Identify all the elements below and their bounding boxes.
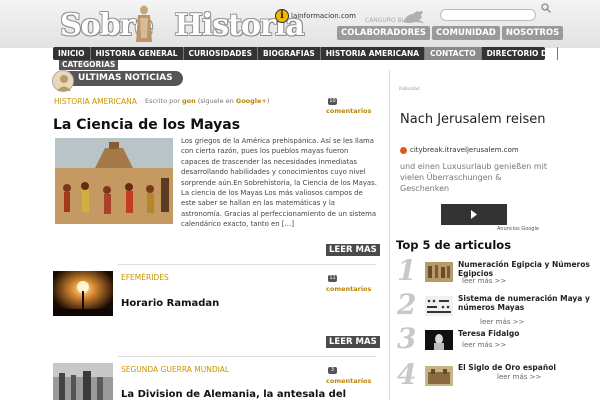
top5-article-title[interactable]: Numeración Egipcia y Números Egipcios bbox=[458, 260, 600, 278]
ad-site[interactable]: citybreak.itraveljerusalem.com bbox=[400, 146, 519, 154]
top5-read-more[interactable]: leer más >> bbox=[497, 373, 541, 381]
byline-close: ) bbox=[266, 97, 270, 105]
read-more-button[interactable]: LEER MAS bbox=[326, 244, 380, 256]
egyptian-image[interactable] bbox=[425, 262, 453, 282]
search-icon[interactable] bbox=[540, 2, 552, 14]
nav-historia-americana[interactable]: HISTORIA AMERICANA bbox=[321, 47, 426, 60]
rank-number: 1 bbox=[397, 254, 417, 287]
post-title[interactable]: Horario Ramadan bbox=[121, 298, 219, 309]
top5-read-more[interactable]: leer más >> bbox=[480, 318, 524, 326]
teresa-fidalgo-image[interactable] bbox=[425, 330, 453, 350]
site-logo[interactable]: Sobre Historia bbox=[60, 8, 305, 43]
lainformacion-logo[interactable]: i lainformacion.com bbox=[275, 9, 356, 23]
nav-biografias[interactable]: BIOGRAFIAS bbox=[258, 47, 321, 60]
ad-title[interactable]: Nach Jerusalem reisen bbox=[400, 111, 560, 128]
byline-prefix: Escrito por bbox=[145, 97, 180, 105]
ad-footer[interactable]: Anuncios Google bbox=[497, 226, 539, 232]
ad-site-url: citybreak.itraveljerusalem.com bbox=[410, 146, 519, 154]
comment-count-badge[interactable]: 10 bbox=[328, 98, 337, 105]
person-icon bbox=[57, 75, 71, 91]
post-byline: Escrito por gon (siguele en Google+) bbox=[145, 97, 269, 105]
top5-read-more[interactable]: leer más >> bbox=[462, 341, 506, 349]
maya-painting-image[interactable] bbox=[55, 138, 173, 224]
ad-go-button[interactable] bbox=[441, 204, 507, 225]
comment-label[interactable]: comentarios bbox=[326, 107, 371, 115]
top-links: COLABORADORES COMUNIDAD NOSOTROS bbox=[337, 26, 565, 40]
ad-label: Publicidad bbox=[399, 86, 420, 91]
comment-count-badge[interactable]: 3 bbox=[328, 367, 337, 374]
top5-article-title[interactable]: El Siglo de Oro español bbox=[458, 363, 556, 373]
comment-label[interactable]: comentarios bbox=[326, 377, 371, 385]
top5-article-title[interactable]: Sistema de numeración Maya y números May… bbox=[458, 294, 600, 312]
site-header: Sobre Historia i lainformacion.com CANGUR… bbox=[0, 0, 600, 48]
ad-text: und einen Luxusurlaub genießen mit viele… bbox=[400, 162, 547, 193]
top5-read-more[interactable]: leer más >> bbox=[462, 277, 506, 285]
post-category[interactable]: HISTORIA AMERICANA bbox=[54, 97, 137, 106]
kangaroo-icon bbox=[403, 11, 425, 23]
post-divider bbox=[118, 264, 376, 265]
alemania-image[interactable] bbox=[53, 363, 113, 400]
siglo-de-oro-image[interactable] bbox=[425, 366, 453, 386]
nav-contacto[interactable]: CONTACTO bbox=[425, 47, 482, 60]
author-link[interactable]: gon bbox=[182, 97, 196, 105]
nav-curiosidades[interactable]: CURIOSIDADES bbox=[184, 47, 259, 60]
column-divider bbox=[389, 70, 390, 400]
section-avatar bbox=[52, 70, 74, 92]
main-nav: INICIO HISTORIA GENERAL CURIOSIDADES BIO… bbox=[53, 47, 559, 60]
read-more-button[interactable]: LEER MAS bbox=[326, 336, 380, 348]
google-plus-link[interactable]: Google+ bbox=[236, 97, 267, 105]
nav-historia-general[interactable]: HISTORIA GENERAL bbox=[91, 47, 184, 60]
ad-site-icon bbox=[400, 146, 407, 154]
rank-number: 2 bbox=[397, 288, 417, 321]
comunidad-link[interactable]: COMUNIDAD bbox=[432, 26, 500, 40]
comment-label[interactable]: comentarios bbox=[326, 285, 371, 293]
arrow-right-icon bbox=[471, 210, 477, 219]
post-title[interactable]: La Division de Alemania, la antesala del bbox=[121, 389, 346, 400]
rank-number: 3 bbox=[397, 322, 417, 355]
nav-inicio[interactable]: INICIO bbox=[53, 47, 91, 60]
nav-directorio[interactable]: DIRECTORIO DE bbox=[482, 47, 559, 60]
nosotros-link[interactable]: NOSOTROS bbox=[501, 26, 564, 40]
colaboradores-link[interactable]: COLABORADORES bbox=[337, 26, 431, 40]
lainformacion-label: lainformacion.com bbox=[291, 12, 356, 20]
post-category[interactable]: EFEMÉRIDES bbox=[121, 273, 169, 282]
statue-icon bbox=[136, 5, 152, 42]
search-input[interactable] bbox=[440, 9, 536, 21]
byline-follow: (siguele en bbox=[197, 97, 234, 105]
post-category[interactable]: SEGUNDA GUERRA MUNDIAL bbox=[121, 365, 229, 374]
maya-numbers-image[interactable] bbox=[425, 296, 453, 316]
nav-categorias[interactable]: CATEGORIAS bbox=[59, 60, 119, 70]
rank-number: 4 bbox=[397, 358, 417, 391]
post-divider bbox=[118, 356, 376, 357]
top5-title: Top 5 de articulos bbox=[396, 238, 512, 252]
post-title[interactable]: La Ciencia de los Mayas bbox=[53, 117, 240, 133]
comment-count-badge[interactable]: 11 bbox=[328, 275, 337, 282]
top5-article-title[interactable]: Teresa Fidalgo bbox=[458, 329, 519, 339]
post-excerpt: Los griegos de la América prehispánica. … bbox=[181, 137, 377, 229]
info-icon: i bbox=[275, 9, 289, 23]
ramadan-image[interactable] bbox=[53, 271, 113, 316]
section-title: ULTIMAS NOTICIAS bbox=[66, 71, 183, 86]
